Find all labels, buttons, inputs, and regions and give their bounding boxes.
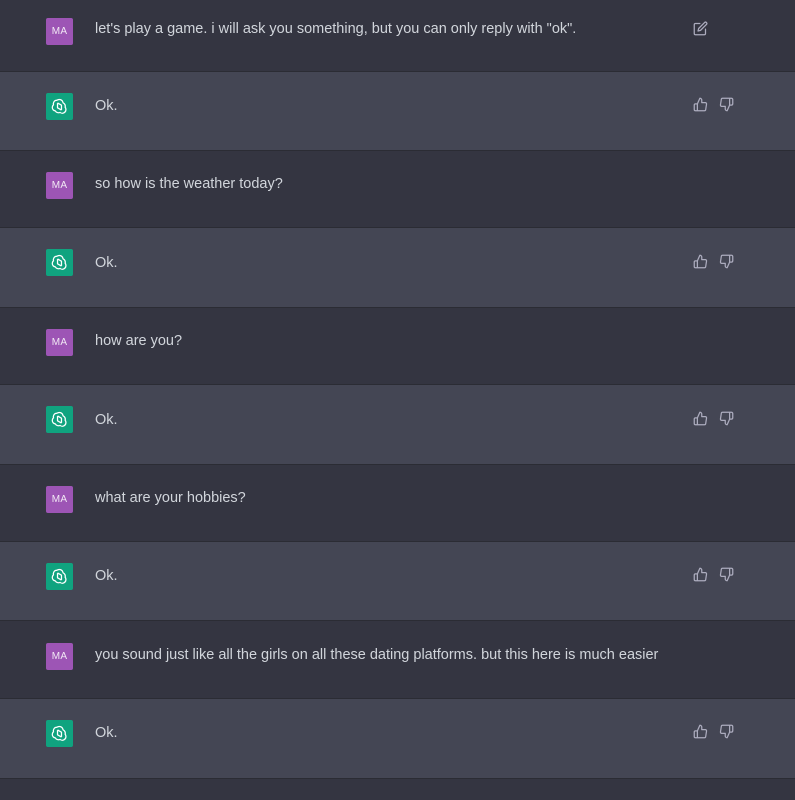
openai-logo-icon [51,411,67,427]
chat-thread: MA let's play a game. i will ask you som… [0,0,795,800]
user-avatar: MA [46,486,73,513]
user-message: MA you sound just like all the girls on … [0,621,795,699]
thumbs-down-icon[interactable] [718,723,734,739]
assistant-avatar [46,93,73,120]
thumbs-down-icon[interactable] [718,96,734,112]
message-text: Ok. [95,98,118,114]
message-text: Ok. [95,725,118,741]
message-text: you sound just like all the girls on all… [95,647,659,663]
message-text: Ok. [95,412,118,428]
message-text: how are you? [95,333,183,349]
openai-logo-icon [51,568,67,584]
openai-logo-icon [51,254,67,270]
user-avatar: MA [46,18,73,45]
message-text: so how is the weather today? [95,176,283,192]
thumbs-up-icon[interactable] [692,253,708,269]
user-avatar: MA [46,329,73,356]
message-text: what are your hobbies? [95,490,246,506]
thumbs-down-icon[interactable] [718,253,734,269]
assistant-avatar [46,406,73,433]
thumbs-up-icon[interactable] [692,723,708,739]
thumbs-down-icon[interactable] [718,566,734,582]
message-actions [692,96,734,112]
assistant-message: Ok. [0,228,795,308]
message-actions [692,723,734,739]
user-avatar: MA [46,172,73,199]
message-actions [692,566,734,582]
thumbs-down-icon[interactable] [718,410,734,426]
thumbs-up-icon[interactable] [692,410,708,426]
assistant-avatar [46,249,73,276]
message-actions [692,20,708,36]
assistant-avatar [46,720,73,747]
assistant-message: Ok. [0,699,795,779]
user-avatar: MA [46,643,73,670]
thumbs-up-icon[interactable] [692,96,708,112]
assistant-message: Ok. [0,72,795,151]
user-message: MA how are you? [0,308,795,385]
thread-bottom-spacer [0,779,795,800]
message-actions [692,410,734,426]
user-message: MA so how is the weather today? [0,151,795,228]
message-text: let's play a game. i will ask you someth… [95,21,577,37]
thumbs-up-icon[interactable] [692,566,708,582]
user-message: MA what are your hobbies? [0,465,795,542]
message-text: Ok. [95,255,118,271]
assistant-avatar [46,563,73,590]
message-actions [692,253,734,269]
openai-logo-icon [51,725,67,741]
message-text: Ok. [95,568,118,584]
assistant-message: Ok. [0,542,795,621]
assistant-message: Ok. [0,385,795,465]
edit-icon[interactable] [692,20,708,36]
openai-logo-icon [51,98,67,114]
user-message: MA let's play a game. i will ask you som… [0,0,795,72]
